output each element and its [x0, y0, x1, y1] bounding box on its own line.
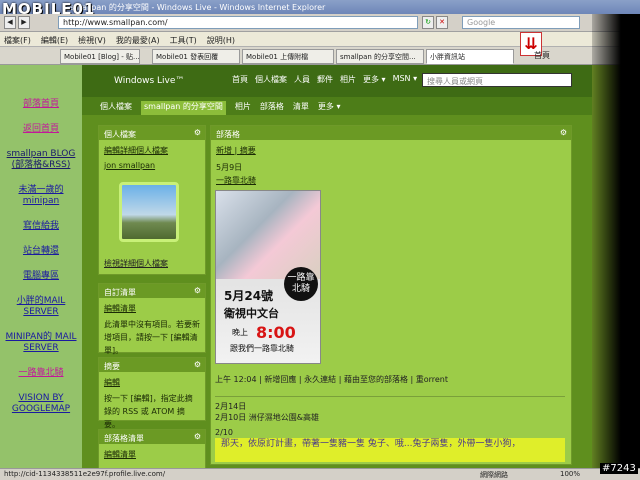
view-profile-link[interactable]: 檢視詳細個人檔案	[104, 258, 168, 269]
nav-back-home[interactable]: 返回首頁	[0, 124, 82, 135]
nav-mail-server[interactable]: 小胖的MAIL SERVER	[0, 296, 82, 318]
poster-photo	[216, 191, 320, 279]
menu-edit[interactable]: 編輯(E)	[41, 35, 68, 46]
nav-blog-home[interactable]: 部落首頁	[0, 99, 82, 110]
subnav-lists[interactable]: 清單	[293, 101, 309, 115]
gear-icon[interactable]: ⚙	[560, 128, 567, 137]
menu-help[interactable]: 說明(H)	[207, 35, 235, 46]
profile-photo[interactable]	[119, 182, 179, 242]
poster-time: 8:00	[256, 323, 296, 342]
edit-profile-link[interactable]: 編輯詳細個人檔案	[104, 144, 200, 157]
blog-list-title: 部落格清單 ⚙	[99, 430, 205, 444]
menu-bar: 檔案(F) 編輯(E) 檢視(V) 我的最愛(A) 工具(T) 說明(H)	[0, 32, 640, 47]
tab-mobile01-reply[interactable]: Mobile01 發表回覆	[152, 49, 240, 64]
wl-nav-profile[interactable]: 個人檔案	[255, 74, 287, 85]
gear-icon[interactable]: ⚙	[194, 128, 201, 137]
nav-vision-googlemap[interactable]: VISION BY GOOGLEMAP	[0, 393, 82, 415]
wl-nav-msn[interactable]: MSN ▾	[393, 74, 418, 85]
menu-tools[interactable]: 工具(T)	[170, 35, 197, 46]
nav-smallpan-blog[interactable]: smallpan BLOG (部落格&RSS)	[0, 149, 82, 171]
wl-nav: 首頁 個人檔案 人員 郵件 相片 更多 ▾ MSN ▾	[232, 74, 417, 85]
tab-smallpan[interactable]: smallpan 的分享空間...	[336, 49, 424, 64]
highlighted-text: 那天，依原訂計畫，帶著一隻豬一隻 兔子、哦...兔子兩隻，外帶一隻小狗，	[215, 438, 565, 462]
summary-panel: 摘要 ⚙ 編輯 按一下 [編輯]，指定此摘錄的 RSS 或 ATOM 摘要。	[98, 357, 206, 429]
subnav-more[interactable]: 更多 ▾	[318, 101, 341, 115]
status-url: http://cid-1134338511e2e97f.profile.live…	[4, 470, 166, 478]
edit-summary-link[interactable]: 編輯	[104, 376, 200, 389]
nav-minipan-mail[interactable]: MINIPAN的 MAIL SERVER	[0, 332, 82, 354]
nav-site[interactable]: 站台轉還	[0, 246, 82, 257]
gear-icon[interactable]: ⚙	[194, 286, 201, 295]
home-button[interactable]: 首頁	[534, 50, 550, 61]
post2-title[interactable]: 2月10日 洲仔濕地公園&高雄	[215, 412, 319, 423]
subnav-photos[interactable]: 相片	[235, 101, 251, 115]
subnav-profile[interactable]: 個人檔案	[100, 101, 132, 115]
windows-live-logo[interactable]: Windows Live™	[114, 76, 184, 86]
status-bar: http://cid-1134338511e2e97f.profile.live…	[0, 468, 640, 480]
zoom-level[interactable]: 100%	[560, 470, 580, 478]
event-poster: 一路靠北騎 5月24號 衛視中文台 晚上 8:00 跟我們一路靠北騎	[215, 190, 321, 364]
poster-tagline: 跟我們一路靠北騎	[230, 344, 294, 353]
google-search-input[interactable]: Google	[462, 16, 580, 29]
back-icon[interactable]: ◀	[4, 16, 16, 29]
wl-nav-people[interactable]: 人員	[294, 74, 310, 85]
window-title: smallpan 的分享空間 - Windows Live - Windows …	[0, 0, 640, 14]
subnav-space[interactable]: smallpan 的分享空間	[141, 101, 226, 115]
profile-panel-title: 個人檔案 ⚙	[99, 126, 205, 140]
gear-icon[interactable]: ⚙	[194, 432, 201, 441]
summary-title: 摘要 ⚙	[99, 358, 205, 372]
nav-minipan[interactable]: 未滿一歲的 minipan	[0, 185, 82, 207]
wl-subnav: 個人檔案 smallpan 的分享空間 相片 部落格 清單 更多 ▾	[82, 97, 592, 115]
stop-icon[interactable]: ✕	[436, 16, 448, 29]
summary-text: 按一下 [編輯]，指定此摘錄的 RSS 或 ATOM 摘要。	[104, 394, 193, 429]
poster-badge: 一路靠北騎	[284, 267, 318, 301]
poster-time-prefix: 晚上	[232, 328, 248, 337]
nav-ride[interactable]: 一路靠北騎	[0, 368, 82, 379]
tab-mobile01-upload[interactable]: Mobile01 上傳附檔	[242, 49, 334, 64]
post3-date: 2/10	[215, 428, 233, 437]
edit-blog-list-link[interactable]: 編輯清單	[104, 448, 200, 461]
custom-list-title: 自訂清單 ⚙	[99, 284, 205, 298]
nav-write-me[interactable]: 寫信給我	[0, 221, 82, 232]
forward-icon[interactable]: ▶	[18, 16, 30, 29]
wl-nav-photos[interactable]: 相片	[340, 74, 356, 85]
blog-list-panel: 部落格清單 ⚙ 編輯清單	[98, 429, 206, 468]
wl-header: Windows Live™ 首頁 個人檔案 人員 郵件 相片 更多 ▾ MSN …	[82, 65, 592, 97]
username-link[interactable]: jon smallpan	[104, 159, 200, 172]
go-icon[interactable]: ↻	[422, 16, 434, 29]
custom-list-panel: 自訂清單 ⚙ 編輯清單 此清單中沒有項目。若要新增項目，請按一下 [編輯清單]。	[98, 283, 206, 355]
post-title[interactable]: 一路靠北騎	[216, 174, 566, 187]
post-footer[interactable]: 上午 12:04 | 新增回應 | 永久連結 | 藉由至您的部落格 | 重orr…	[215, 374, 448, 385]
tab-xiaopang[interactable]: 小胖資訊站	[426, 49, 514, 64]
blog-actions[interactable]: 新增 | 摘要	[216, 144, 566, 157]
blog-panel: 部落格 ⚙ 新增 | 摘要 5月9日 一路靠北騎 一路靠北騎 5月24號 衛視中文…	[210, 125, 572, 465]
watermark-tag: #7243	[600, 463, 638, 474]
wl-nav-home[interactable]: 首頁	[232, 74, 248, 85]
tab-mobile01-blog[interactable]: Mobile01 [Blog] - 贴...	[60, 49, 140, 64]
wl-nav-mail[interactable]: 郵件	[317, 74, 333, 85]
wl-search-input[interactable]: 搜尋人員或網頁	[422, 73, 572, 87]
menu-view[interactable]: 檢視(V)	[78, 35, 106, 46]
windows-live-site: Windows Live™ 首頁 個人檔案 人員 郵件 相片 更多 ▾ MSN …	[82, 65, 592, 468]
gear-icon[interactable]: ⚙	[194, 360, 201, 369]
profile-panel: 個人檔案 ⚙ 編輯詳細個人檔案 jon smallpan 檢視詳細個人檔案	[98, 125, 206, 275]
poster-channel: 衛視中文台	[224, 307, 279, 320]
wl-nav-more[interactable]: 更多 ▾	[363, 74, 386, 85]
subnav-blog[interactable]: 部落格	[260, 101, 284, 115]
address-row: ◀ ▶ http://www.smallpan.com/ ↻ ✕ Google	[0, 14, 640, 32]
right-shadow	[592, 14, 640, 468]
post2-date: 2月14日	[215, 396, 565, 412]
status-zone: 網際網路	[480, 471, 508, 479]
blog-title: 部落格 ⚙	[211, 126, 571, 140]
address-input[interactable]: http://www.smallpan.com/	[58, 16, 418, 29]
edit-list-link[interactable]: 編輯清單	[104, 302, 200, 315]
left-nav: 部落首頁 返回首頁 smallpan BLOG (部落格&RSS) 未滿一歲的 …	[0, 65, 82, 468]
post-date: 5月9日	[216, 163, 243, 172]
nav-computer[interactable]: 電腦專區	[0, 271, 82, 282]
menu-favorites[interactable]: 我的最愛(A)	[116, 35, 160, 46]
menu-file[interactable]: 檔案(F)	[4, 35, 31, 46]
custom-list-text: 此清單中沒有項目。若要新增項目，請按一下 [編輯清單]。	[104, 320, 200, 355]
poster-date: 5月24號	[224, 289, 274, 303]
